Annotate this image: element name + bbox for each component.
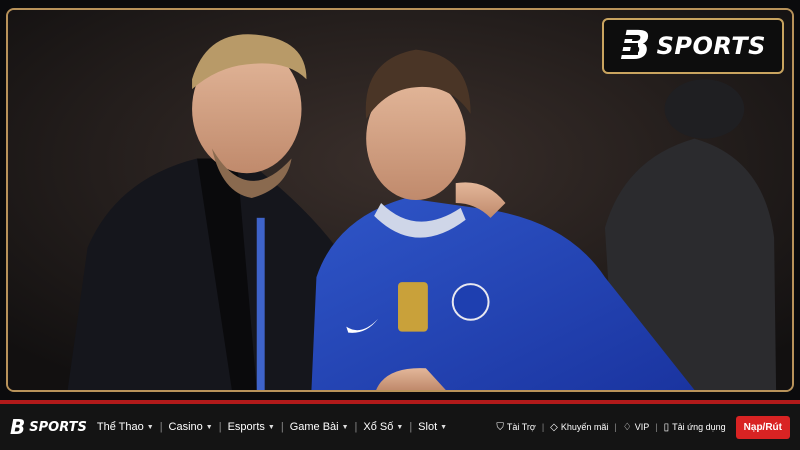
bottom-navbar: B SPORTS Thể Thao ▼ | Casino ▼ | Esports… (0, 400, 800, 450)
deposit-withdraw-button[interactable]: Nạp/Rút (735, 415, 790, 439)
nav-logo-mark: B (10, 415, 26, 439)
link-label: VIP (634, 422, 650, 432)
menu-separator: | (159, 421, 163, 433)
menu-item-the-thao[interactable]: Thể Thao ▼ (97, 421, 154, 433)
diamond-icon: ♢ (622, 421, 632, 433)
tag-icon: ◇ (550, 421, 558, 433)
link-vip[interactable]: ♢ VIP (623, 422, 649, 433)
utility-links: ⛉ Tài Trợ | ◇ Khuyến mãi | ♢ VIP | ▯ Tải… (496, 415, 790, 439)
phone-icon: ▯ (663, 421, 670, 433)
brand-logo-text: SPORTS (656, 32, 766, 60)
link-tai-tro[interactable]: ⛉ Tài Trợ (496, 422, 535, 433)
menu-item-game-bai[interactable]: Game Bài ▼ (290, 421, 349, 433)
link-khuyen-mai[interactable]: ◇ Khuyến mãi (550, 422, 608, 433)
chevron-down-icon: ▼ (146, 423, 154, 431)
chevron-down-icon: ▼ (341, 423, 349, 431)
menu-item-label: Casino (168, 421, 203, 433)
nav-logo[interactable]: B SPORTS (10, 417, 87, 437)
link-separator: | (614, 422, 617, 432)
menu-item-label: Xổ Số (363, 421, 394, 433)
link-label: Tải ứng dụng (672, 422, 726, 432)
menu-separator: | (354, 421, 358, 433)
menu-separator: | (280, 421, 284, 433)
menu-item-label: Game Bài (289, 421, 339, 433)
chevron-down-icon: ▼ (267, 423, 275, 431)
menu-item-xo-so[interactable]: Xổ Số ▼ (363, 421, 403, 433)
nav-logo-text: SPORTS (29, 419, 87, 435)
link-tai-ung-dung[interactable]: ▯ Tải ứng dụng (664, 422, 726, 433)
menu-item-label: Thể Thao (96, 421, 144, 433)
menu-item-slot[interactable]: Slot ▼ (418, 421, 447, 433)
menu-item-casino[interactable]: Casino ▼ (169, 421, 213, 433)
menu-item-label: Slot (418, 421, 438, 433)
menu-item-label: Esports (227, 421, 265, 433)
link-label: Tài Trợ (506, 422, 536, 432)
link-label: Khuyến mãi (560, 422, 609, 432)
main-menu: Thể Thao ▼ | Casino ▼ | Esports ▼ | Game… (97, 421, 447, 433)
link-separator: | (541, 422, 545, 432)
brand-logo-badge[interactable]: B SPORTS (602, 18, 784, 74)
chevron-down-icon: ▼ (440, 423, 448, 431)
menu-separator: | (218, 421, 222, 433)
hero-frame: B SPORTS (6, 8, 794, 392)
chevron-down-icon: ▼ (396, 423, 404, 431)
brand-logo-mark: B (618, 23, 651, 69)
link-separator: | (655, 422, 658, 432)
menu-item-esports[interactable]: Esports ▼ (228, 421, 275, 433)
handshake-icon: ⛉ (496, 421, 504, 433)
menu-separator: | (409, 421, 413, 433)
chevron-down-icon: ▼ (205, 423, 213, 431)
